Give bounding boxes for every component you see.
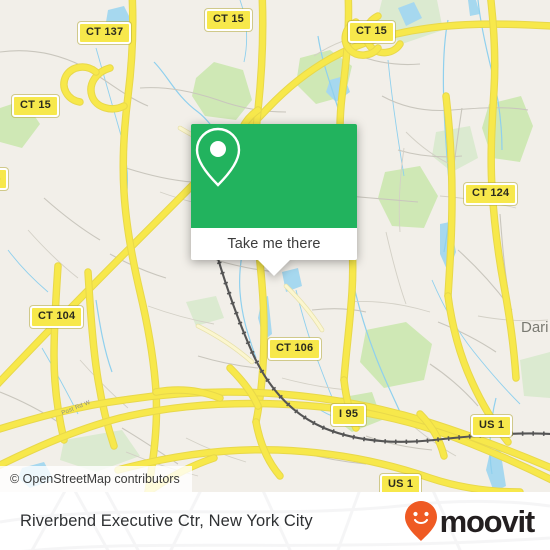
shield-ct-124[interactable]: CT 124 [464, 183, 518, 205]
map-pin-icon [195, 127, 241, 187]
footer-bar: Riverbend Executive Ctr, New York City m… [0, 492, 550, 550]
shield-i-95[interactable]: I 95 [331, 404, 367, 426]
map-canvas[interactable]: .park { fill:#cfe8b5; } .park2 { fill:#d… [0, 0, 550, 492]
shield-ct-15-top-right[interactable]: CT 15 [348, 21, 395, 43]
place-label-darien: Dari [521, 319, 549, 336]
popup-pointer [258, 260, 290, 276]
moovit-wordmark: moovit [439, 503, 536, 539]
location-popup-card[interactable]: Take me there [191, 124, 357, 276]
map-screenshot: .park { fill:#cfe8b5; } .park2 { fill:#d… [0, 0, 550, 550]
shield-ct-106[interactable]: CT 106 [268, 338, 322, 360]
moovit-pin-smiley-icon [404, 501, 437, 541]
shield-us-1-bottom[interactable]: US 1 [380, 474, 422, 492]
take-me-there-label: Take me there [227, 236, 321, 252]
shield-edge-partial[interactable]: 4 [0, 168, 9, 190]
popup-header [191, 124, 357, 228]
shield-ct-137[interactable]: CT 137 [78, 22, 132, 44]
attribution-text: © OpenStreetMap contributors [10, 472, 180, 486]
shield-ct-104[interactable]: CT 104 [30, 306, 84, 328]
take-me-there-button[interactable]: Take me there [191, 228, 357, 260]
shield-ct-15-left[interactable]: CT 15 [12, 95, 59, 117]
location-title: Riverbend Executive Ctr, New York City [20, 511, 313, 530]
shield-us-1-right[interactable]: US 1 [471, 415, 513, 437]
shield-ct-15-top-left[interactable]: CT 15 [205, 9, 252, 31]
moovit-logo[interactable]: moovit [404, 500, 536, 542]
map-attribution[interactable]: © OpenStreetMap contributors [0, 466, 192, 492]
